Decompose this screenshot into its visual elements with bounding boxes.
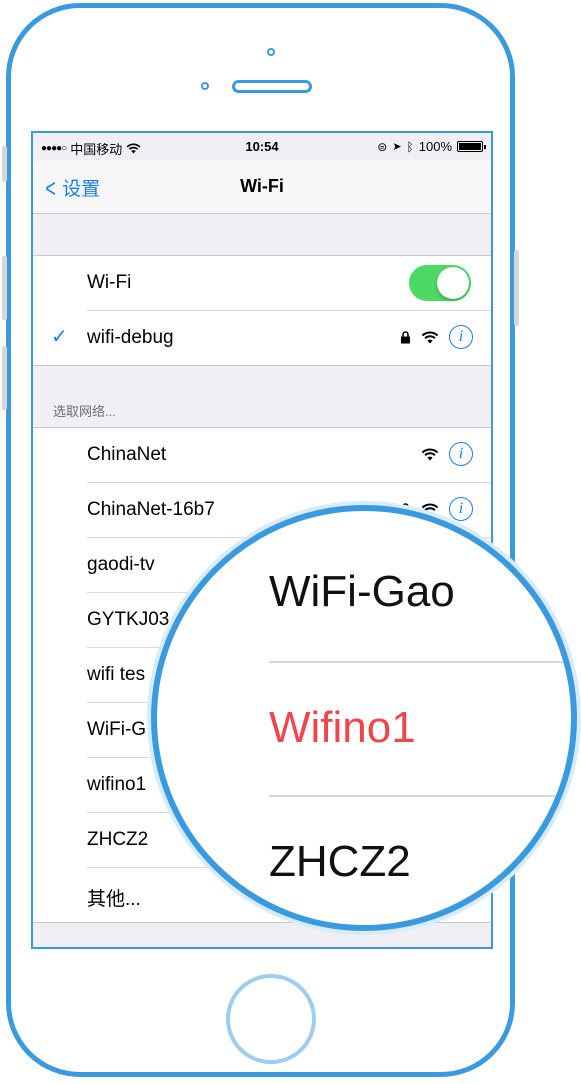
wifi-toggle-switch[interactable] — [409, 265, 471, 301]
network-name: wifi tes — [87, 664, 146, 685]
toggle-knob — [437, 267, 469, 299]
network-name: wifino1 — [87, 774, 147, 795]
magnified-item: WiFi-Gao — [269, 567, 455, 616]
wifi-toggle-label: Wi-Fi — [87, 272, 132, 293]
info-icon[interactable]: i — [449, 497, 473, 521]
info-icon[interactable]: i — [449, 442, 473, 466]
mute-switch — [2, 146, 7, 182]
checkmark-icon: ✓ — [51, 326, 68, 348]
page-title: Wi-Fi — [240, 176, 284, 196]
rotation-lock-icon: ⊜ — [377, 139, 388, 154]
earpiece-speaker — [232, 80, 312, 93]
power-button — [514, 250, 519, 326]
magnified-item: ZHCZ2 — [269, 837, 411, 886]
divider — [269, 795, 571, 797]
wifi-icon — [421, 448, 439, 460]
volume-up-button — [2, 256, 7, 320]
network-name: ChinaNet-16b7 — [87, 499, 215, 520]
location-icon: ➤ — [392, 141, 402, 153]
network-name: ChinaNet — [87, 444, 167, 465]
lock-icon — [401, 330, 410, 343]
network-row[interactable]: ChinaNet i — [87, 428, 491, 483]
battery-percent: 100% — [418, 139, 452, 154]
wifi-icon — [421, 331, 439, 343]
info-icon[interactable]: i — [449, 325, 473, 349]
network-name: ZHCZ2 — [87, 829, 149, 850]
connected-network-row[interactable]: ✓ wifi-debug i — [51, 311, 491, 365]
wifi-toggle-row: Wi-Fi — [87, 256, 491, 311]
bluetooth-icon: ᛒ — [406, 139, 414, 154]
network-name: gaodi-tv — [87, 554, 155, 575]
volume-down-button — [2, 346, 7, 410]
other-network-label: 其他... — [87, 889, 141, 910]
battery-icon — [457, 141, 486, 152]
proximity-sensor — [201, 82, 209, 90]
magnified-item-highlighted: Wifino1 — [269, 703, 416, 752]
magnifier-lens: WiFi-Gao Wifino1 ZHCZ2 — [151, 505, 577, 931]
connected-network-name: wifi-debug — [87, 327, 174, 348]
home-button[interactable] — [226, 974, 316, 1064]
section-header: 选取网络... — [53, 404, 116, 419]
status-bar: ●●●●○ 中国移动 10:54 ⊜ ➤ ᛒ 100% — [33, 133, 491, 161]
divider — [269, 661, 571, 663]
wifi-group: Wi-Fi ✓ wifi-debug i — [33, 255, 491, 366]
front-camera — [267, 48, 275, 56]
network-name: WiFi-G — [87, 719, 147, 740]
navigation-bar: < 设置 Wi-Fi — [33, 161, 491, 214]
network-name: GYTKJ03 — [87, 609, 170, 630]
